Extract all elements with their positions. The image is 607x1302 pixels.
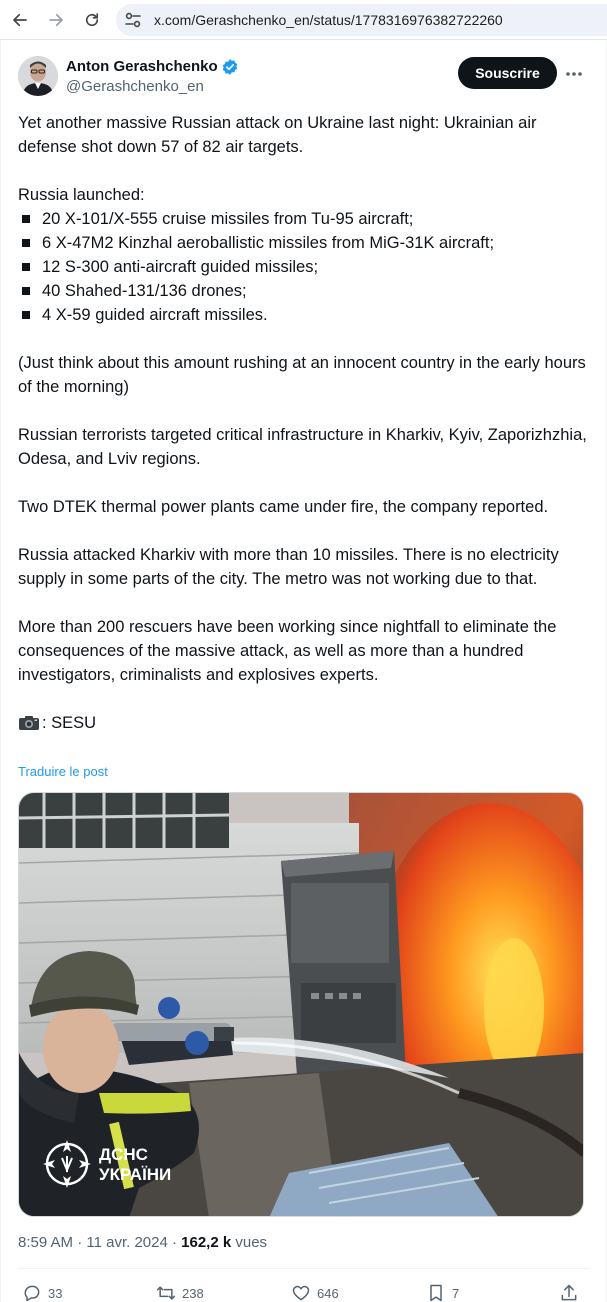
bookmark-icon	[430, 1284, 442, 1302]
repost-count: 238	[182, 1285, 204, 1301]
fire-scene-illustration: ДСНС УКРАЇНИ	[19, 793, 583, 1216]
timestamp[interactable]: 8:59 AM · 11 avr. 2024 ·	[18, 1234, 181, 1251]
author-name[interactable]: Anton Gerashchenko	[66, 58, 218, 75]
paragraph-rescuers: More than 200 rescuers have been working…	[18, 618, 557, 684]
reload-button[interactable]	[80, 8, 104, 32]
more-icon	[566, 72, 582, 76]
bullet-icon	[22, 311, 30, 319]
subscribe-button[interactable]: Souscrire	[458, 57, 557, 89]
forward-icon	[49, 13, 63, 27]
url-text[interactable]: x.com/Gerashchenko_en/status/17783169763…	[154, 12, 503, 28]
tweet-intro: Yet another massive Russian attack on Uk…	[18, 114, 537, 156]
list-item: 6 X-47M2 Kinzhal aeroballistic missiles …	[18, 231, 593, 255]
reply-button[interactable]: 33	[22, 1282, 62, 1302]
watermark-line2: УКРАЇНИ	[99, 1165, 171, 1184]
bullet-icon	[22, 239, 30, 247]
reply-icon	[24, 1285, 40, 1302]
repost-icon	[156, 1286, 176, 1300]
tweet-text: Yet another massive Russian attack on Uk…	[18, 111, 593, 735]
bullet-icon	[22, 263, 30, 271]
bookmark-count: 7	[452, 1285, 460, 1301]
bullet-icon	[22, 215, 30, 223]
camera-icon	[19, 716, 39, 730]
paragraph-kharkiv: Russia attacked Kharkiv with more than 1…	[18, 546, 559, 588]
views-label: vues	[231, 1234, 268, 1251]
watermark-line1: ДСНС	[99, 1145, 148, 1164]
author-handle[interactable]: @Gerashchenko_en	[66, 78, 204, 95]
translate-link[interactable]: Traduire le post	[18, 764, 108, 779]
verified-icon	[222, 59, 238, 75]
back-icon	[13, 13, 27, 27]
views-count: 162,2 k	[181, 1234, 232, 1251]
paragraph-think: (Just think about this amount rushing at…	[18, 354, 586, 396]
credit-text: : SESU	[42, 714, 97, 732]
tweet-meta: 8:59 AM · 11 avr. 2024 · 162,2 k vues	[18, 1234, 267, 1251]
avatar[interactable]	[18, 56, 58, 96]
more-button[interactable]	[562, 62, 586, 86]
site-info-icon[interactable]	[124, 11, 142, 29]
launched-heading: Russia launched:	[18, 186, 145, 204]
bookmark-button[interactable]: 7	[426, 1282, 459, 1302]
list-item: 40 Shahed-131/136 drones;	[18, 279, 593, 303]
address-bar[interactable]: x.com/Gerashchenko_en/status/17783169763…	[116, 4, 607, 36]
reply-count: 33	[48, 1285, 63, 1301]
list-item: 4 X-59 guided aircraft missiles.	[18, 303, 593, 327]
share-icon	[561, 1284, 577, 1301]
like-count: 646	[317, 1285, 339, 1301]
photo-credit: : SESU	[18, 711, 593, 735]
like-button[interactable]: 646	[291, 1282, 339, 1302]
bullet-icon	[22, 287, 30, 295]
repost-button[interactable]: 238	[156, 1282, 204, 1302]
browser-toolbar: x.com/Gerashchenko_en/status/17783169763…	[0, 0, 607, 40]
like-icon	[292, 1285, 310, 1301]
forward-button[interactable]	[44, 8, 68, 32]
column-border-left	[0, 40, 1, 1302]
back-button[interactable]	[8, 8, 32, 32]
list-item: 20 X-101/X-555 cruise missiles from Tu-9…	[18, 207, 593, 231]
list-item: 12 S-300 anti-aircraft guided missiles;	[18, 255, 593, 279]
divider	[18, 1268, 589, 1269]
paragraph-dtek: Two DTEK thermal power plants came under…	[18, 498, 549, 516]
reload-icon	[85, 13, 99, 27]
paragraph-targets: Russian terrorists targeted critical inf…	[18, 426, 587, 468]
tweet-photo[interactable]: ДСНС УКРАЇНИ	[18, 792, 584, 1217]
share-button[interactable]	[559, 1282, 585, 1302]
